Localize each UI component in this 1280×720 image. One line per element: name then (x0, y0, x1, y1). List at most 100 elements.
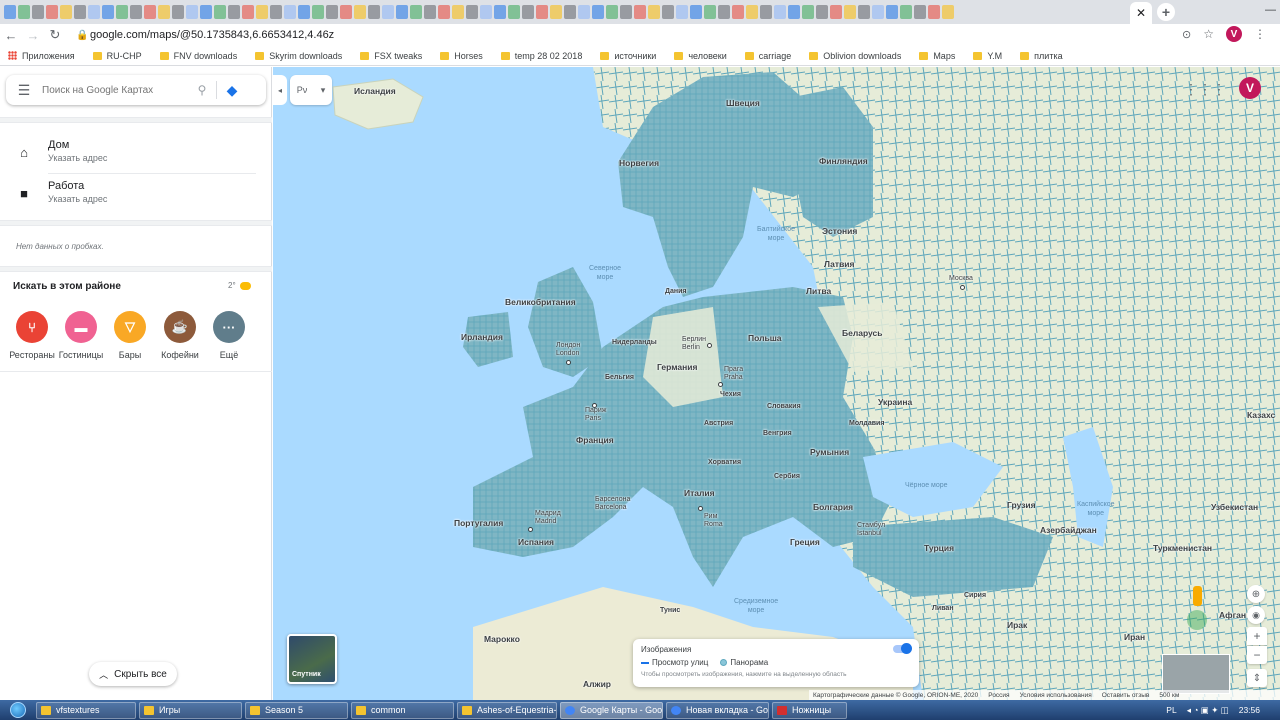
bookmark-item[interactable]: Приложения (8, 51, 75, 61)
pinned-tab[interactable] (732, 5, 744, 19)
taskbar-item[interactable]: Google Карты - Goo... (560, 701, 663, 719)
new-tab-button[interactable]: + (1157, 3, 1175, 21)
saved-place-home[interactable]: ⌂ Дом Указать адрес (16, 139, 107, 163)
region-link[interactable]: Россия (988, 692, 1009, 699)
bookmark-item[interactable]: temp 28 02 2018 (500, 51, 582, 61)
pinned-tab[interactable] (214, 5, 226, 19)
pinned-tab[interactable] (648, 5, 660, 19)
pinned-tab[interactable] (760, 5, 772, 19)
bookmark-item[interactable]: RU-CHP (92, 51, 142, 61)
pinned-tab[interactable] (620, 5, 632, 19)
pinned-tab[interactable] (340, 5, 352, 19)
category-bars[interactable]: ▽ Бары (105, 311, 155, 360)
pinned-tab[interactable] (634, 5, 646, 19)
pinned-tab[interactable] (326, 5, 338, 19)
saved-place-work[interactable]: ■ Работа Указать адрес (16, 180, 107, 204)
pinned-tab[interactable] (200, 5, 212, 19)
satellite-toggle-button[interactable]: Спутник (287, 634, 337, 684)
pinned-tab[interactable] (116, 5, 128, 19)
zoom-out-button[interactable]: − (1247, 646, 1267, 664)
layer-toggle[interactable] (893, 643, 912, 654)
pinned-tab[interactable] (718, 5, 730, 19)
pinned-tab[interactable] (46, 5, 58, 19)
pinned-tab[interactable] (564, 5, 576, 19)
pinned-tab[interactable] (942, 5, 954, 19)
pinned-tab[interactable] (32, 5, 44, 19)
pinned-tab[interactable] (844, 5, 856, 19)
pinned-tab[interactable] (284, 5, 296, 19)
pinned-tab[interactable] (228, 5, 240, 19)
pinned-tab[interactable] (396, 5, 408, 19)
pinned-tab[interactable] (816, 5, 828, 19)
map-canvas[interactable]: ◂ Рν ▾ ⋮⋮⋮ V Исландия Швеция Норвегия Фи… (273, 67, 1280, 700)
pinned-tab[interactable] (774, 5, 786, 19)
pinned-tab[interactable] (172, 5, 184, 19)
pinned-tab[interactable] (242, 5, 254, 19)
pinned-tab[interactable] (788, 5, 800, 19)
pinned-tab[interactable] (508, 5, 520, 19)
pinned-tab[interactable] (928, 5, 940, 19)
pinned-tab[interactable] (74, 5, 86, 19)
pinned-tab[interactable] (522, 5, 534, 19)
language-indicator[interactable]: PL (1166, 705, 1176, 715)
pinned-tab[interactable] (858, 5, 870, 19)
taskbar-item[interactable]: Season 5 (245, 701, 348, 719)
expand-icon[interactable]: ⇕ (1247, 669, 1267, 687)
zoom-in-button[interactable]: + (1247, 627, 1267, 645)
bookmark-item[interactable]: Oblivion downloads (809, 51, 901, 61)
forward-button[interactable]: → (22, 28, 44, 43)
taskbar-item[interactable]: common (351, 701, 454, 719)
taskbar-item[interactable]: Новая вкладка - Go... (666, 701, 769, 719)
taskbar-item[interactable]: Ножницы (772, 701, 847, 719)
pinned-tab[interactable] (676, 5, 688, 19)
pinned-tab[interactable] (872, 5, 884, 19)
category-more[interactable]: ··· Ещё (204, 311, 254, 360)
start-button[interactable] (0, 700, 36, 720)
location-icon[interactable]: ⊙ (1182, 28, 1191, 41)
category-hotels[interactable]: ▬ Гостиницы (56, 311, 106, 360)
search-input[interactable] (42, 84, 192, 96)
bookmark-item[interactable]: Skyrim downloads (255, 51, 342, 61)
bookmark-item[interactable]: Y.M (973, 51, 1002, 61)
pinned-tab[interactable] (256, 5, 268, 19)
taskbar-item[interactable]: Ashes-of-Equestria-... (457, 701, 557, 719)
pinned-tab[interactable] (830, 5, 842, 19)
feedback-link[interactable]: Оставить отзыв (1102, 692, 1150, 699)
pinned-tab[interactable] (158, 5, 170, 19)
pinned-tab[interactable] (354, 5, 366, 19)
pinned-tab[interactable] (4, 5, 16, 19)
pinned-tab[interactable] (746, 5, 758, 19)
collapse-panel-button[interactable]: ◂ (273, 75, 287, 105)
bookmark-item[interactable]: плитка (1020, 51, 1063, 61)
active-tab-close-icon[interactable]: ✕ (1130, 2, 1152, 24)
bookmark-item[interactable]: человеки (674, 51, 727, 61)
pinned-tab[interactable] (312, 5, 324, 19)
pinned-tab[interactable] (578, 5, 590, 19)
hide-all-button[interactable]: ︿ Скрыть все (89, 662, 177, 686)
map-language-dropdown[interactable]: Рν ▾ (290, 75, 332, 105)
pinned-tab[interactable] (662, 5, 674, 19)
bookmark-item[interactable]: источники (600, 51, 656, 61)
apps-grid-icon[interactable]: ⋮⋮⋮ (1184, 81, 1226, 98)
pinned-tab[interactable] (88, 5, 100, 19)
pegman-icon[interactable] (1193, 586, 1202, 606)
pinned-tab[interactable] (368, 5, 380, 19)
bookmark-item[interactable]: Maps (919, 51, 955, 61)
pinned-tab[interactable] (186, 5, 198, 19)
pinned-tab[interactable] (102, 5, 114, 19)
pinned-tab[interactable] (900, 5, 912, 19)
minimize-icon[interactable]: — (1265, 4, 1276, 16)
pinned-tab[interactable] (60, 5, 72, 19)
pinned-tab[interactable] (298, 5, 310, 19)
category-restaurants[interactable]: ⑂ Рестораны (7, 311, 57, 360)
my-location-icon[interactable]: ◉ (1247, 606, 1265, 624)
account-avatar[interactable]: V (1239, 77, 1261, 99)
globe-icon[interactable]: ⊕ (1247, 585, 1265, 603)
star-icon[interactable]: ☆ (1203, 27, 1214, 41)
pinned-tab[interactable] (802, 5, 814, 19)
pinned-tab[interactable] (536, 5, 548, 19)
pinned-tab[interactable] (382, 5, 394, 19)
pinned-tab[interactable] (270, 5, 282, 19)
pinned-tab[interactable] (690, 5, 702, 19)
pinned-tab[interactable] (480, 5, 492, 19)
